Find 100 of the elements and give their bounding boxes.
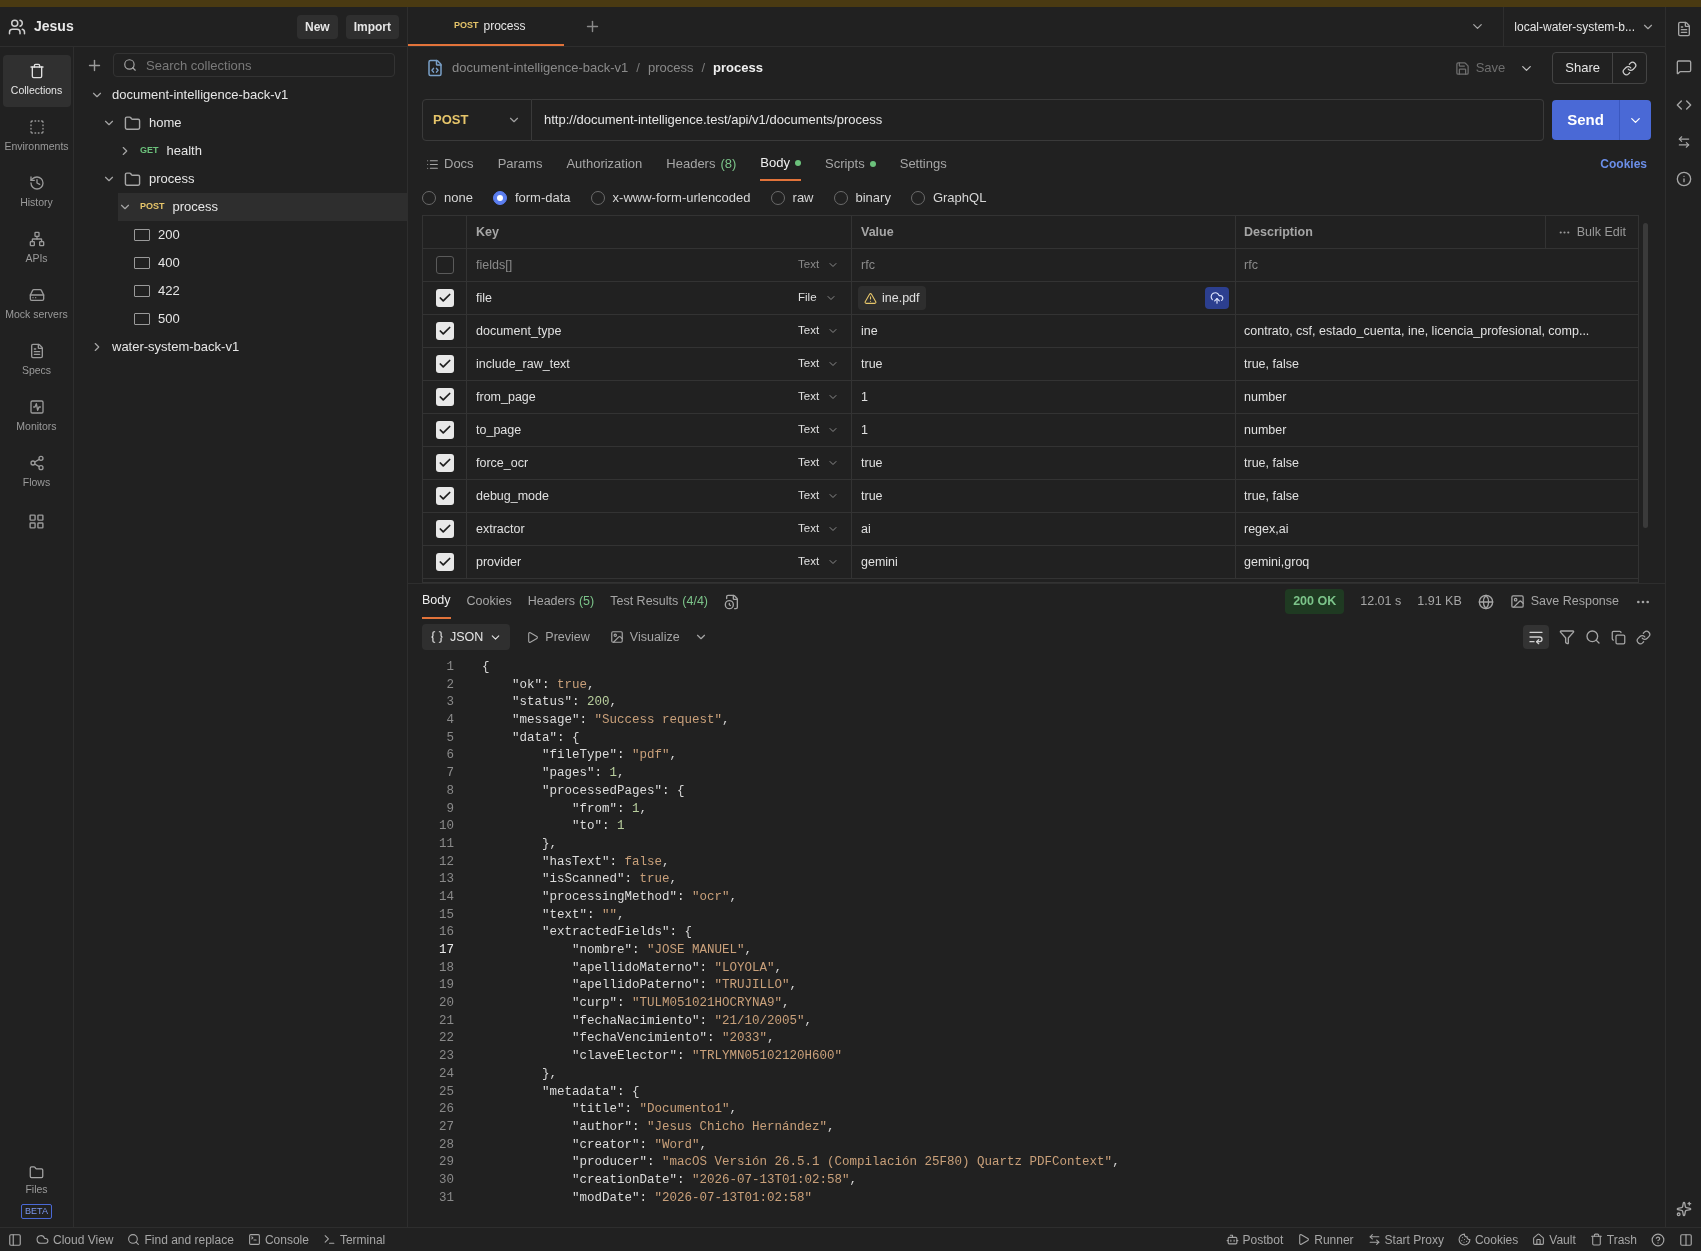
sparkle-icon[interactable] (1675, 1201, 1692, 1217)
nav-item[interactable]: APIs (2, 223, 71, 275)
body-mode-radio[interactable]: binary (833, 188, 891, 208)
response-tab[interactable]: Cookies (466, 584, 512, 619)
tree-item[interactable]: GET health (118, 137, 407, 165)
type-selector[interactable]: Text (792, 249, 852, 281)
breadcrumb-item[interactable]: process (647, 58, 694, 78)
status-bar-item[interactable]: Vault (1532, 1230, 1576, 1249)
breadcrumb-item[interactable]: document-intelligence-back-v1 (452, 58, 629, 78)
request-section-tab[interactable]: Params (497, 147, 543, 181)
document-icon[interactable] (1675, 21, 1692, 37)
row-checkbox[interactable] (435, 520, 454, 538)
row-checkbox[interactable] (435, 388, 454, 406)
type-selector[interactable]: Text (792, 447, 852, 479)
status-bar-item[interactable]: Trash (1589, 1230, 1637, 1249)
row-checkbox[interactable] (435, 454, 454, 472)
files-nav-item[interactable]: Files (25, 1164, 48, 1198)
type-selector[interactable]: File (792, 282, 852, 314)
comment-icon[interactable] (1675, 59, 1692, 75)
tree-item[interactable]: document-intelligence-back-v1 (90, 81, 407, 109)
type-selector[interactable]: Text (792, 546, 852, 578)
grid-icon[interactable] (28, 513, 45, 530)
status-bar-item[interactable]: Cookies (1457, 1230, 1519, 1249)
tree-item[interactable]: 400 (134, 249, 407, 277)
nav-item[interactable]: History (2, 167, 71, 219)
search-icon[interactable] (1585, 629, 1601, 645)
upload-button[interactable] (1205, 287, 1229, 309)
type-selector[interactable]: Text (792, 381, 852, 413)
row-checkbox[interactable] (435, 355, 454, 373)
body-mode-radio[interactable]: x-www-form-urlencoded (590, 188, 751, 208)
request-section-tab[interactable]: Docs (426, 147, 474, 181)
status-bar-item[interactable]: Runner (1297, 1230, 1354, 1249)
plus-icon[interactable] (584, 18, 601, 35)
url-field[interactable]: http://document-intelligence.test/api/v1/documents/process (532, 99, 1544, 141)
response-tab[interactable]: Headers (5) (527, 584, 595, 619)
request-section-tab[interactable]: Scripts (825, 147, 876, 181)
visualize-button[interactable]: Visualize (605, 627, 684, 647)
arrows-icon[interactable] (1676, 135, 1691, 149)
status-bar-item[interactable]: Start Proxy (1367, 1230, 1444, 1249)
nav-item[interactable]: Monitors (2, 391, 71, 443)
status-bar-item[interactable]: Terminal (322, 1230, 386, 1249)
tree-item[interactable]: POST process (118, 193, 407, 221)
type-selector[interactable]: Text (792, 513, 852, 545)
request-section-tab[interactable]: Authorization (566, 147, 643, 181)
request-section-tab[interactable]: Body (760, 147, 801, 181)
status-bar-item[interactable]: Console (247, 1230, 309, 1249)
tree-item[interactable]: water-system-back-v1 (90, 333, 407, 361)
nav-item[interactable]: Mock servers (2, 279, 71, 331)
row-checkbox[interactable] (435, 487, 454, 505)
cookies-link[interactable]: Cookies (1600, 155, 1647, 173)
environment-selector[interactable]: local-water-system-b... (1503, 7, 1665, 46)
row-checkbox[interactable] (435, 421, 454, 439)
response-tab[interactable]: Body (422, 584, 451, 619)
layout-icon[interactable] (1679, 1232, 1693, 1247)
search-field[interactable]: Search collections (113, 53, 395, 77)
tree-item[interactable]: 500 (134, 305, 407, 333)
help-icon[interactable] (1651, 1232, 1665, 1247)
status-bar-item[interactable]: Postbot (1225, 1230, 1284, 1249)
type-selector[interactable]: Text (792, 315, 852, 347)
wrap-button[interactable] (1523, 625, 1549, 649)
type-selector[interactable]: Text (792, 480, 852, 512)
nav-item[interactable]: Collections (2, 55, 71, 107)
globe-icon[interactable] (1477, 593, 1494, 610)
type-selector[interactable]: Text (792, 414, 852, 446)
body-mode-radio[interactable]: none (422, 188, 473, 208)
info-icon[interactable] (1675, 171, 1692, 187)
tree-item[interactable]: home (102, 109, 407, 137)
tree-item[interactable]: 422 (134, 277, 407, 305)
bulk-edit-button[interactable]: Bulk Edit (1544, 216, 1638, 248)
preview-button[interactable]: Preview (520, 627, 596, 647)
row-checkbox[interactable] (435, 256, 454, 274)
row-checkbox[interactable] (435, 289, 454, 307)
link-icon[interactable] (1622, 60, 1637, 76)
nav-item[interactable]: Flows (2, 447, 71, 499)
format-selector[interactable]: JSON (422, 624, 511, 650)
sidebar-icon[interactable] (8, 1232, 22, 1247)
row-checkbox[interactable] (435, 553, 454, 571)
nav-item[interactable]: Specs (2, 335, 71, 387)
save-response-button[interactable]: Save Response (1509, 592, 1619, 611)
request-section-tab[interactable]: Settings (899, 147, 947, 181)
request-section-tab[interactable]: Headers (8) (666, 147, 737, 181)
header-button[interactable]: Import (345, 14, 399, 39)
status-bar-item[interactable]: Cloud View (36, 1230, 114, 1249)
tree-item[interactable]: 200 (134, 221, 407, 249)
body-mode-radio[interactable]: GraphQL (910, 188, 987, 208)
method-selector[interactable]: POST (422, 99, 532, 141)
row-checkbox[interactable] (435, 322, 454, 340)
body-mode-radio[interactable]: raw (770, 188, 814, 208)
response-tab[interactable]: Test Results (4/4) (610, 584, 708, 619)
body-mode-radio[interactable]: form-data (492, 188, 571, 208)
code-icon[interactable] (1675, 97, 1692, 113)
history-icon[interactable] (724, 593, 740, 610)
nav-item[interactable]: Environments (2, 111, 71, 163)
tree-item[interactable]: process (102, 165, 407, 193)
type-selector[interactable]: Text (792, 348, 852, 380)
status-bar-item[interactable]: Find and replace (127, 1230, 234, 1249)
copy-icon[interactable] (1611, 629, 1626, 645)
file-chip[interactable]: ine.pdf (858, 286, 926, 310)
filter-icon[interactable] (1559, 629, 1575, 645)
header-button[interactable]: New (296, 14, 338, 39)
